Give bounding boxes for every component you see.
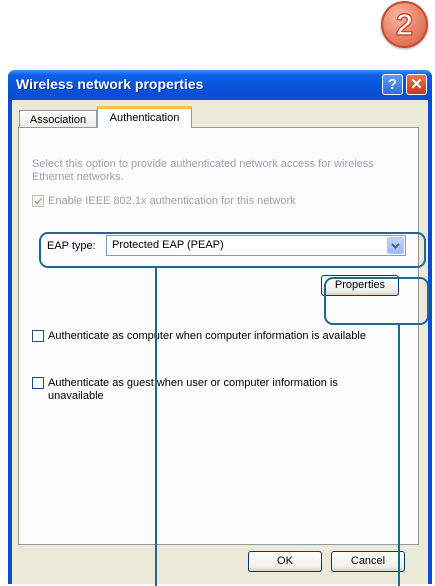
cancel-button-label: Cancel xyxy=(350,555,386,567)
tab-label: Authentication xyxy=(109,112,180,124)
help-icon: ? xyxy=(387,76,398,93)
step-number-text: 2 xyxy=(396,7,413,42)
close-icon: ✕ xyxy=(410,76,423,93)
help-button[interactable]: ? xyxy=(382,74,403,95)
ok-button[interactable]: OK xyxy=(248,551,322,572)
window-title: Wireless network properties xyxy=(16,76,204,92)
dialog-window: Wireless network properties ? ✕ Associat… xyxy=(8,70,432,584)
auth-as-guest-checkbox[interactable] xyxy=(32,377,44,389)
enable-8021x-checkbox[interactable] xyxy=(32,195,44,207)
enable-8021x-label: Enable IEEE 802.1x authentication for th… xyxy=(48,195,296,207)
step-number-badge: 2 xyxy=(381,1,428,48)
auth-as-computer-label: Authenticate as computer when computer i… xyxy=(48,330,366,342)
checkmark-icon xyxy=(34,197,43,205)
ok-button-label: OK xyxy=(277,555,293,567)
close-button[interactable]: ✕ xyxy=(406,74,427,95)
step-number-glyph: 2 xyxy=(395,6,414,42)
cancel-button[interactable]: Cancel xyxy=(331,551,405,572)
tab-label: Association xyxy=(29,114,87,126)
title-bar[interactable]: Wireless network properties ? ✕ xyxy=(8,70,432,100)
tab-authentication[interactable]: Authentication xyxy=(97,106,192,128)
eap-callout-line xyxy=(155,268,157,586)
auth-as-guest-label: Authenticate as guest when user or compu… xyxy=(48,377,338,402)
dialog-client-area: Association Authentication Select this o… xyxy=(12,100,428,584)
auth-description: Select this option to provide authentica… xyxy=(32,158,374,183)
authentication-panel: Select this option to provide authentica… xyxy=(18,127,419,545)
tab-association[interactable]: Association xyxy=(19,110,97,128)
properties-highlight xyxy=(324,277,429,325)
properties-callout-line xyxy=(398,325,400,586)
auth-as-computer-checkbox[interactable] xyxy=(32,330,44,342)
eap-type-highlight xyxy=(39,232,426,268)
